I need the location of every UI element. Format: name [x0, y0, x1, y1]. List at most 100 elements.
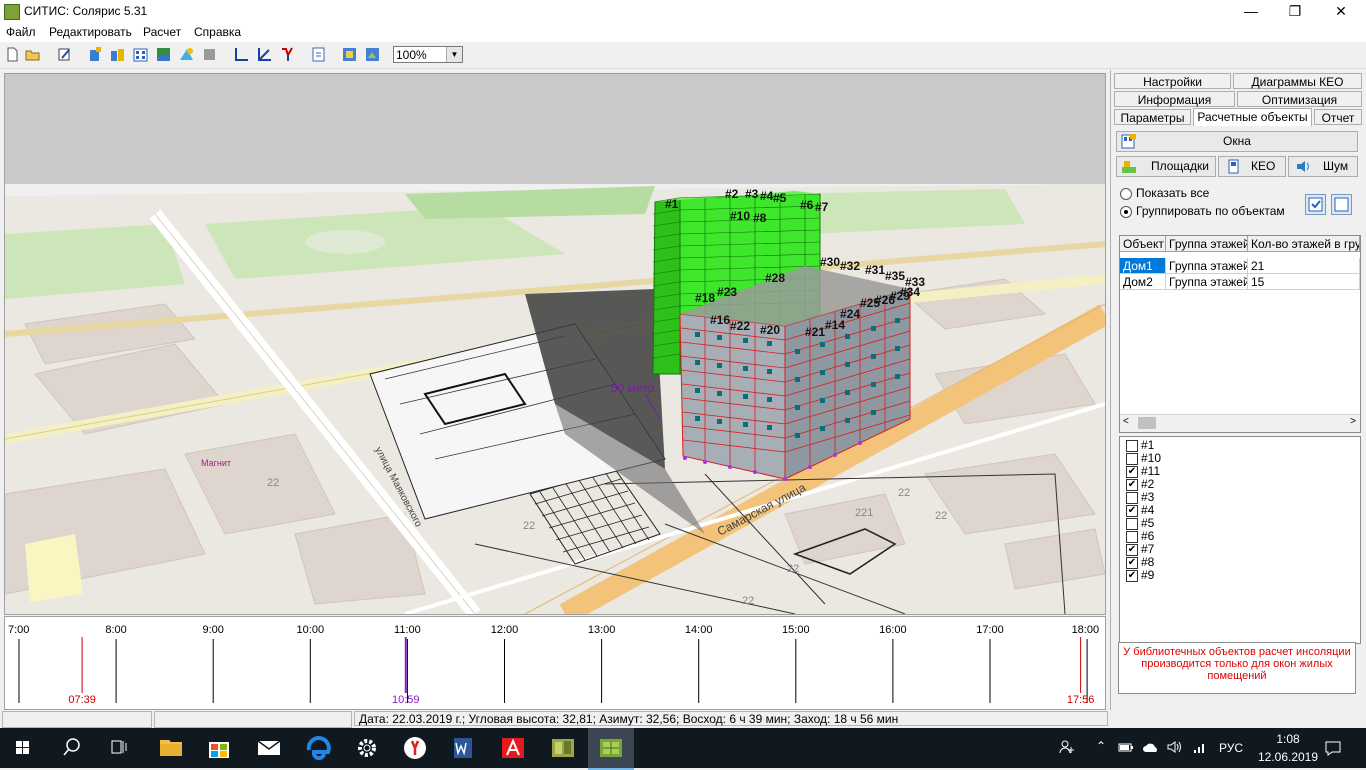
tab-optimization[interactable]: Оптимизация [1237, 91, 1362, 107]
window-label: #28 [765, 271, 785, 285]
axis-icon[interactable] [233, 46, 250, 63]
cloud-icon[interactable] [1142, 740, 1160, 754]
table-cell-floors[interactable]: 15 [1248, 274, 1360, 290]
scene-viewport[interactable]: #1 #2 #3 #4 #5 #6 #7 #10 #8 #28 #30 #32 … [4, 73, 1106, 615]
checkbox[interactable] [1126, 518, 1138, 530]
objects-table[interactable]: Объект Группа этажей Кол-во этажей в гру… [1119, 235, 1361, 433]
task-view-icon[interactable] [96, 728, 142, 768]
start-icon[interactable] [0, 728, 46, 768]
checkbox[interactable] [1126, 440, 1138, 452]
zoom-select[interactable]: 100% ▼ [393, 46, 463, 63]
menu-bar: Файл Редактировать Расчет Справка [0, 23, 1366, 42]
table-cell-group[interactable]: Группа этажей [1166, 274, 1248, 290]
checkbox[interactable] [1126, 492, 1138, 504]
menu-file[interactable]: Файл [6, 25, 36, 39]
file-explorer-icon[interactable] [148, 728, 194, 768]
checkbox[interactable]: ✔ [1126, 479, 1138, 491]
radio-show-all[interactable] [1120, 188, 1132, 200]
tab-calc-objects[interactable]: Расчетные объекты [1193, 108, 1312, 126]
edge-icon[interactable] [296, 728, 342, 768]
scroll-thumb[interactable] [1138, 417, 1156, 429]
word-icon[interactable] [440, 728, 486, 768]
clock-time[interactable]: 1:08 [1258, 732, 1318, 746]
language-indicator[interactable]: РУС [1219, 741, 1243, 755]
tab-info[interactable]: Информация [1114, 91, 1235, 107]
view-icon[interactable] [341, 46, 358, 63]
minimize-button[interactable]: — [1228, 0, 1274, 23]
stop-icon[interactable] [201, 46, 218, 63]
tab-parameters[interactable]: Параметры [1114, 109, 1191, 125]
maximize-button[interactable]: ❐ [1272, 0, 1318, 23]
sun-icon[interactable] [178, 46, 195, 63]
building-add-icon[interactable] [86, 46, 103, 63]
hour-tick-label: 9:00 [202, 624, 223, 636]
window-label: #7 [815, 200, 829, 214]
horizontal-scrollbar[interactable]: < > [1120, 414, 1360, 432]
table-cell-object[interactable]: Дом2 [1120, 274, 1166, 290]
solaris-icon[interactable] [588, 728, 634, 770]
open-icon[interactable] [24, 46, 41, 63]
svg-text:22: 22 [267, 477, 279, 489]
battery-icon[interactable] [1118, 740, 1134, 754]
keo-button[interactable]: КЕО [1218, 156, 1286, 177]
menu-edit[interactable]: Редактировать [49, 25, 132, 39]
autocad-icon[interactable] [490, 728, 536, 768]
poi-label: Магнит [201, 458, 231, 468]
table-header[interactable]: Кол-во этажей в гру [1248, 236, 1360, 252]
checkbox[interactable] [1126, 453, 1138, 465]
export-icon[interactable] [310, 46, 327, 63]
people-icon[interactable] [1058, 738, 1076, 756]
table-header[interactable]: Группа этажей [1166, 236, 1248, 252]
windows-button[interactable]: Окна [1116, 131, 1358, 152]
menu-calc[interactable]: Расчет [143, 25, 181, 39]
clock-date[interactable]: 12.06.2019 [1248, 750, 1328, 764]
chevron-down-icon[interactable]: ▼ [446, 47, 462, 62]
checkbox[interactable]: ✔ [1126, 466, 1138, 478]
map-icon[interactable] [155, 46, 172, 63]
network-icon[interactable] [1192, 739, 1208, 755]
menu-help[interactable]: Справка [194, 25, 241, 39]
uncheck-all-button[interactable] [1331, 194, 1352, 215]
square-icon [1334, 197, 1349, 212]
checkbox[interactable] [1126, 531, 1138, 543]
scene-3d[interactable]: #1 #2 #3 #4 #5 #6 #7 #10 #8 #28 #30 #32 … [5, 74, 1105, 614]
store-icon[interactable] [196, 728, 242, 768]
checklist-label: #9 [1141, 568, 1155, 582]
notifications-icon[interactable] [1324, 739, 1342, 757]
checkbox[interactable]: ✔ [1126, 557, 1138, 569]
window-checklist[interactable]: #1 #10 ✔ #11 ✔ #2 #3 ✔ #4 #5 #6 ✔ #7 ✔ #8 ✔ #9 [1119, 436, 1361, 644]
checkbox[interactable]: ✔ [1126, 570, 1138, 582]
tab-keo-diagrams[interactable]: Диаграммы КЕО [1233, 73, 1362, 89]
sitis-icon[interactable] [540, 728, 586, 768]
tab-settings[interactable]: Настройки [1114, 73, 1231, 89]
scroll-left-icon[interactable]: < [1123, 416, 1129, 427]
search-icon[interactable] [48, 728, 94, 768]
chevron-up-icon[interactable]: ⌃ [1096, 739, 1106, 753]
settings-icon[interactable] [344, 728, 390, 768]
sites-button[interactable]: Площадки [1116, 156, 1216, 177]
check-all-button[interactable] [1305, 194, 1326, 215]
sun-timeline[interactable]: 7:00 8:00 9:00 10:00 11:00 12:00 13:00 14:00 15:… [4, 616, 1106, 710]
volume-icon[interactable] [1166, 739, 1182, 755]
checkbox[interactable]: ✔ [1126, 505, 1138, 517]
mail-icon[interactable] [246, 728, 292, 768]
table-cell-group[interactable]: Группа этажей [1166, 258, 1248, 274]
tab-report[interactable]: Отчет [1314, 109, 1362, 125]
scroll-right-icon[interactable]: > [1350, 416, 1356, 427]
noise-button[interactable]: Шум [1288, 156, 1358, 177]
view2-icon[interactable] [364, 46, 381, 63]
report-icon[interactable] [279, 46, 296, 63]
axis-3d-icon[interactable] [256, 46, 273, 63]
buildings-icon[interactable] [109, 46, 126, 63]
windows-icon[interactable] [132, 46, 149, 63]
table-header[interactable]: Объект [1120, 236, 1166, 252]
close-button[interactable]: ✕ [1318, 0, 1364, 23]
window-label: #5 [773, 191, 787, 205]
table-cell-floors[interactable]: 21 [1248, 258, 1360, 274]
checkbox[interactable]: ✔ [1126, 544, 1138, 556]
edit-icon[interactable] [56, 46, 73, 63]
new-icon[interactable] [4, 46, 21, 63]
radio-group-by-objects[interactable] [1120, 206, 1132, 218]
yandex-icon[interactable] [392, 728, 438, 768]
table-cell-object[interactable]: Дом1 [1120, 258, 1166, 274]
